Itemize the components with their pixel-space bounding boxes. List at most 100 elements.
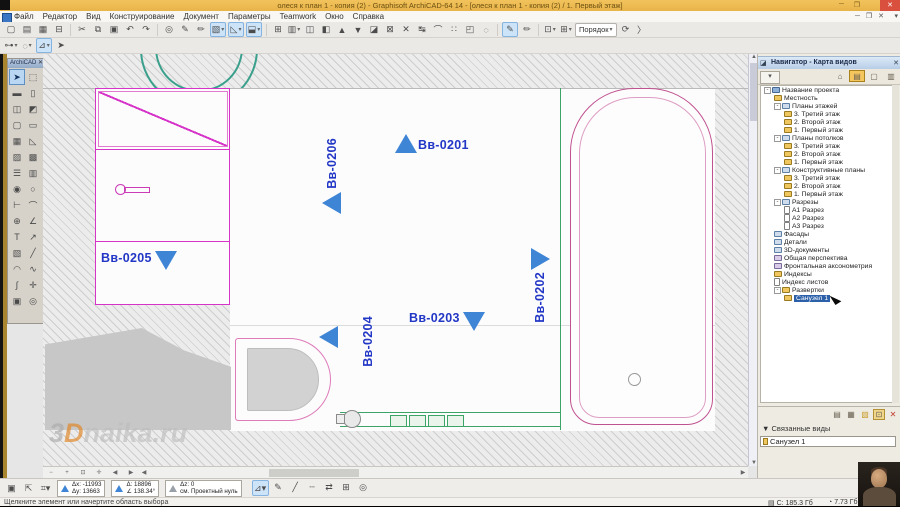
camera-tool[interactable]: ◎ [25,293,41,309]
navigator-pin-icon[interactable]: ◪ [760,59,767,67]
line-tool[interactable]: ╱ [25,245,41,261]
resize-icon[interactable]: ◰ [463,23,477,36]
arc-tool[interactable]: ◠ [9,261,25,277]
elevation-marker-triangle[interactable] [319,326,338,348]
reference-icon[interactable]: ⬓ ▾ [246,22,262,37]
elevation-marker-label[interactable]: Вв-0206 [325,138,339,189]
menu-item[interactable]: Конструирование [110,12,175,21]
tree-item[interactable]: А3 Разрез [761,222,892,230]
arrow-mode-icon[interactable]: ➤ [54,39,68,52]
elevation-marker-label[interactable]: Вв-0204 [361,316,375,367]
favorites-icon[interactable]: ◌ ▾ [20,39,34,52]
door-tool[interactable]: ▯ [25,85,41,101]
tree-item[interactable]: 3. Третий этаж [761,142,892,150]
elevation-marker-triangle[interactable] [531,248,550,270]
split-icon[interactable]: ◪ [367,23,381,36]
rebuild-icon[interactable]: ⟳ [619,23,633,36]
dimension-tool[interactable]: ⊢ [9,197,25,213]
menu-overflow-icon[interactable]: ▾ [894,12,898,20]
project-chooser-button[interactable]: ▾ [760,71,780,84]
tree-item[interactable]: - Название проекта [761,86,892,94]
drawing-canvas[interactable]: 3Dnaika.ru Вв-0201 Вв-0206 Вв-0205 Вв-0202 В… [43,54,748,466]
scale-icon[interactable]: ⊞ ▾ [559,23,573,36]
copy-icon[interactable]: ⧉ [91,23,105,36]
undo-icon[interactable]: ↶ [123,23,137,36]
dropdown-arrow-icon[interactable]: ▾ [553,26,556,33]
gravity-icon[interactable]: ⊿ ▾ [251,480,269,496]
default-settings-icon[interactable]: ⊶ ▾ [4,39,18,52]
new-icon[interactable]: ▢ [4,23,18,36]
dropdown-arrow-icon[interactable]: ▾ [46,483,51,494]
stair-tool[interactable]: ☰ [9,165,25,181]
trace-toggle-icon[interactable]: ▧ ▾ [210,22,226,37]
grid-snap-icon[interactable]: ⊞ [339,480,354,494]
mesh-tool[interactable]: ▨ [9,149,25,165]
group-icon[interactable]: ◫ [303,23,317,36]
curtain-wall-tool[interactable]: ▥ [25,165,41,181]
object-tool[interactable]: ◉ [9,181,25,197]
document-window-controls[interactable]: ─ ❐ ✕ [855,12,886,20]
inject-params-icon[interactable]: ✏ [520,23,534,36]
lock-icon[interactable]: ◧ [319,23,333,36]
new-folder-icon[interactable]: ▧ [859,409,871,420]
cut-icon[interactable]: ✂ [75,23,89,36]
dropdown-arrow-icon[interactable]: ▾ [221,26,224,33]
marquee-tool[interactable]: ⬚ [25,69,41,85]
pen-quick-icon[interactable]: ✎ [271,480,286,494]
hotspot-tool[interactable]: ✛ [25,277,41,293]
roof-tool[interactable]: ◺ [25,133,41,149]
list-view-icon[interactable]: ▤ [831,409,843,420]
scroll-right-icon[interactable]: ▶ [738,469,748,476]
capture-icon[interactable]: ⊿ ▾ [36,38,52,53]
tree-item[interactable]: А2 Разрез [761,214,892,222]
horizontal-scroll-thumb[interactable] [269,468,359,477]
scroll-left-icon[interactable]: ◀ [139,469,149,476]
project-map-tab[interactable]: ⌂ [832,70,848,82]
tree-item[interactable]: 2. Второй этаж [761,118,892,126]
magnify-icon[interactable]: ◎ [356,480,371,494]
redo-icon[interactable]: ↷ [139,23,153,36]
close-button[interactable]: ✕ [880,0,900,11]
tree-expander-icon[interactable]: - [774,102,781,110]
radial-dimension-tool[interactable]: ⌒ [25,197,41,213]
elevation-marker-label[interactable]: Вв-0205 [101,251,152,265]
dropdown-arrow-icon[interactable]: ▾ [610,26,613,33]
dashed-icon[interactable]: ┄ [305,480,320,494]
paste-icon[interactable]: ▣ [107,23,121,36]
canvas-horizontal-scrollbar[interactable]: − + ⊡ ✛ ◀ ▶ ◀ ▶ [43,466,748,478]
figure-tool[interactable]: ▣ [9,293,25,309]
tree-item[interactable]: Детали [761,238,892,246]
elevation-marker-label[interactable]: Вв-0202 [533,272,547,323]
fillet-icon[interactable]: ⌒ [431,23,445,36]
tree-item[interactable]: 2. Второй этаж [761,150,892,158]
dropdown-arrow-icon[interactable]: ▾ [29,42,32,49]
guides-icon[interactable]: ▥ ▾ [287,23,301,36]
grid-icon[interactable]: ⊞ [271,23,285,36]
canvas-vertical-scrollbar[interactable]: ▲ ▼ [748,54,757,466]
xy-coordinate-box[interactable]: Δх: -11993 Δу: 13663 [57,479,106,497]
beam-tool[interactable]: ▭ [25,117,41,133]
slash-icon[interactable]: ╱ [288,480,303,494]
tree-item[interactable]: - Планы этажей [761,102,892,110]
menu-item[interactable]: Вид [86,12,100,21]
layout-book-tab[interactable]: ▢ [866,70,882,82]
tree-item[interactable]: Санузел 1 [761,291,892,305]
text-tool[interactable]: T [9,229,25,245]
label-tool[interactable]: ↗ [25,229,41,245]
virtual-trace-icon[interactable]: ◺ ▾ [228,22,244,37]
menu-item[interactable]: Окно [325,12,344,21]
polar-coordinate-box[interactable]: Δ: 18896 ∠ 138.34° [111,479,160,497]
layers-icon[interactable]: ⊡ ▾ [543,23,557,36]
dropdown-arrow-icon[interactable]: ▾ [262,483,267,494]
dropdown-arrow-icon[interactable]: ▾ [569,26,572,33]
arrow-tool[interactable]: ➤ [9,69,25,85]
menu-item[interactable]: Параметры [228,12,271,21]
find-icon[interactable]: ◎ [162,23,176,36]
elevation-box[interactable]: Δz: 0 см. Проектный нуль [165,479,242,497]
linked-views-header[interactable]: ▼ Связанные виды [762,424,830,433]
elevation-marker-label[interactable]: Вв-0201 [418,138,469,152]
menu-item[interactable]: Файл [14,12,34,21]
tree-item[interactable]: 3D-документы [761,246,892,254]
polyline-tool[interactable]: ∿ [25,261,41,277]
tree-item[interactable]: 3. Третий этаж [761,174,892,182]
